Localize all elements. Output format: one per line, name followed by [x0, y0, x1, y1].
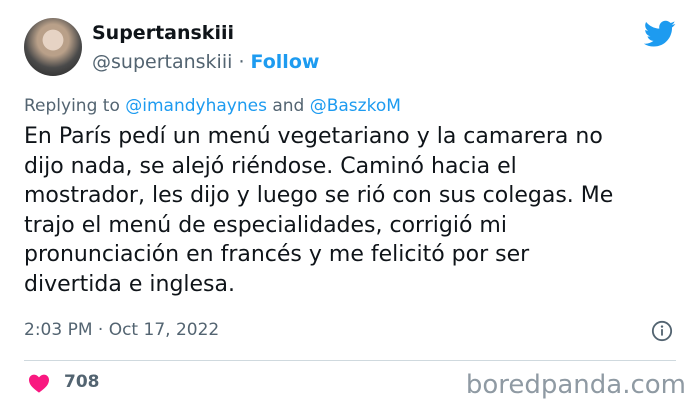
author-line: @supertanskiii · Follow: [92, 51, 319, 73]
separator-dot: ·: [238, 51, 245, 73]
replying-to-line: Replying to @imandyhaynes and @BaszkoM: [24, 96, 401, 116]
tweet-line: divertida e inglesa.: [24, 271, 235, 297]
watermark: boredpanda.com: [465, 370, 686, 400]
tweet-text: En París pedí un menú vegetariano y la c…: [24, 122, 676, 299]
divider: [24, 360, 676, 361]
tweet-timestamp[interactable]: 2:03 PM · Oct 17, 2022: [24, 320, 219, 340]
tweet-line: pronunciación en francés y me felicitó p…: [24, 242, 530, 267]
tweet-line: En París pedí un menú vegetariano y la c…: [24, 124, 603, 149]
follow-button[interactable]: Follow: [251, 51, 320, 73]
tweet-card: Supertanskiii @supertanskiii · Follow Re…: [0, 0, 700, 410]
mention-link-1[interactable]: @imandyhaynes: [125, 96, 267, 116]
like-count: 708: [64, 372, 100, 392]
replying-prefix: Replying to: [24, 96, 120, 116]
twitter-bird-icon[interactable]: [644, 20, 676, 48]
tweet-line: dijo nada, se alejó riéndose. Caminó hac…: [24, 153, 517, 179]
avatar[interactable]: [24, 18, 82, 76]
author-name[interactable]: Supertanskiii: [92, 22, 234, 44]
heart-icon[interactable]: [28, 373, 50, 393]
author-handle[interactable]: @supertanskiii: [92, 51, 232, 73]
tweet-line: mostrador, les dijo y luego se rió con s…: [24, 183, 614, 208]
info-icon[interactable]: [651, 320, 673, 342]
replying-joiner: and: [272, 96, 305, 116]
mention-link-2[interactable]: @BaszkoM: [310, 96, 401, 116]
tweet-line: trajo el menú de especialidades, corrigi…: [24, 212, 507, 238]
